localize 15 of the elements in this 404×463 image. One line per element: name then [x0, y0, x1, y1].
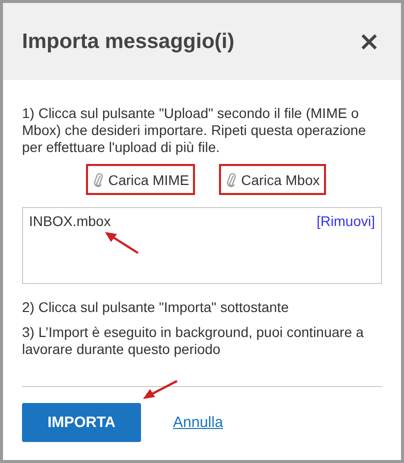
import-button[interactable]: IMPORTA: [22, 403, 141, 442]
upload-button[interactable]: Carica Mbox: [219, 164, 326, 195]
instruction-text: 2) Clicca sul pulsante "Importa" sottostante: [22, 299, 290, 316]
cancel-link[interactable]: Annulla: [173, 414, 224, 431]
instruction-text: 3) L’Import è eseguito in background, puoi continuare a lavorare durante questo periodo: [22, 324, 365, 358]
dialog-title: Importa messaggio(i): [22, 30, 234, 54]
upload-button[interactable]: Carica MIME: [86, 164, 196, 195]
arrow-annotation: [104, 231, 140, 255]
file-name: INBOX.mbox: [29, 213, 111, 229]
close-button[interactable]: ×: [356, 28, 382, 54]
remove-link[interactable]: [Rimuovi]: [316, 213, 375, 229]
instruction-text: 1) Clicca sul pulsante "Upload" secondo il file (MIME o Mbox) che desideri importare. Ripeti questa operazione per effettuare l'upload di più file.: [22, 105, 367, 156]
paperclip-icon: [227, 172, 236, 188]
paperclip-icon: [94, 172, 104, 188]
arrow-annotation: [142, 380, 178, 400]
